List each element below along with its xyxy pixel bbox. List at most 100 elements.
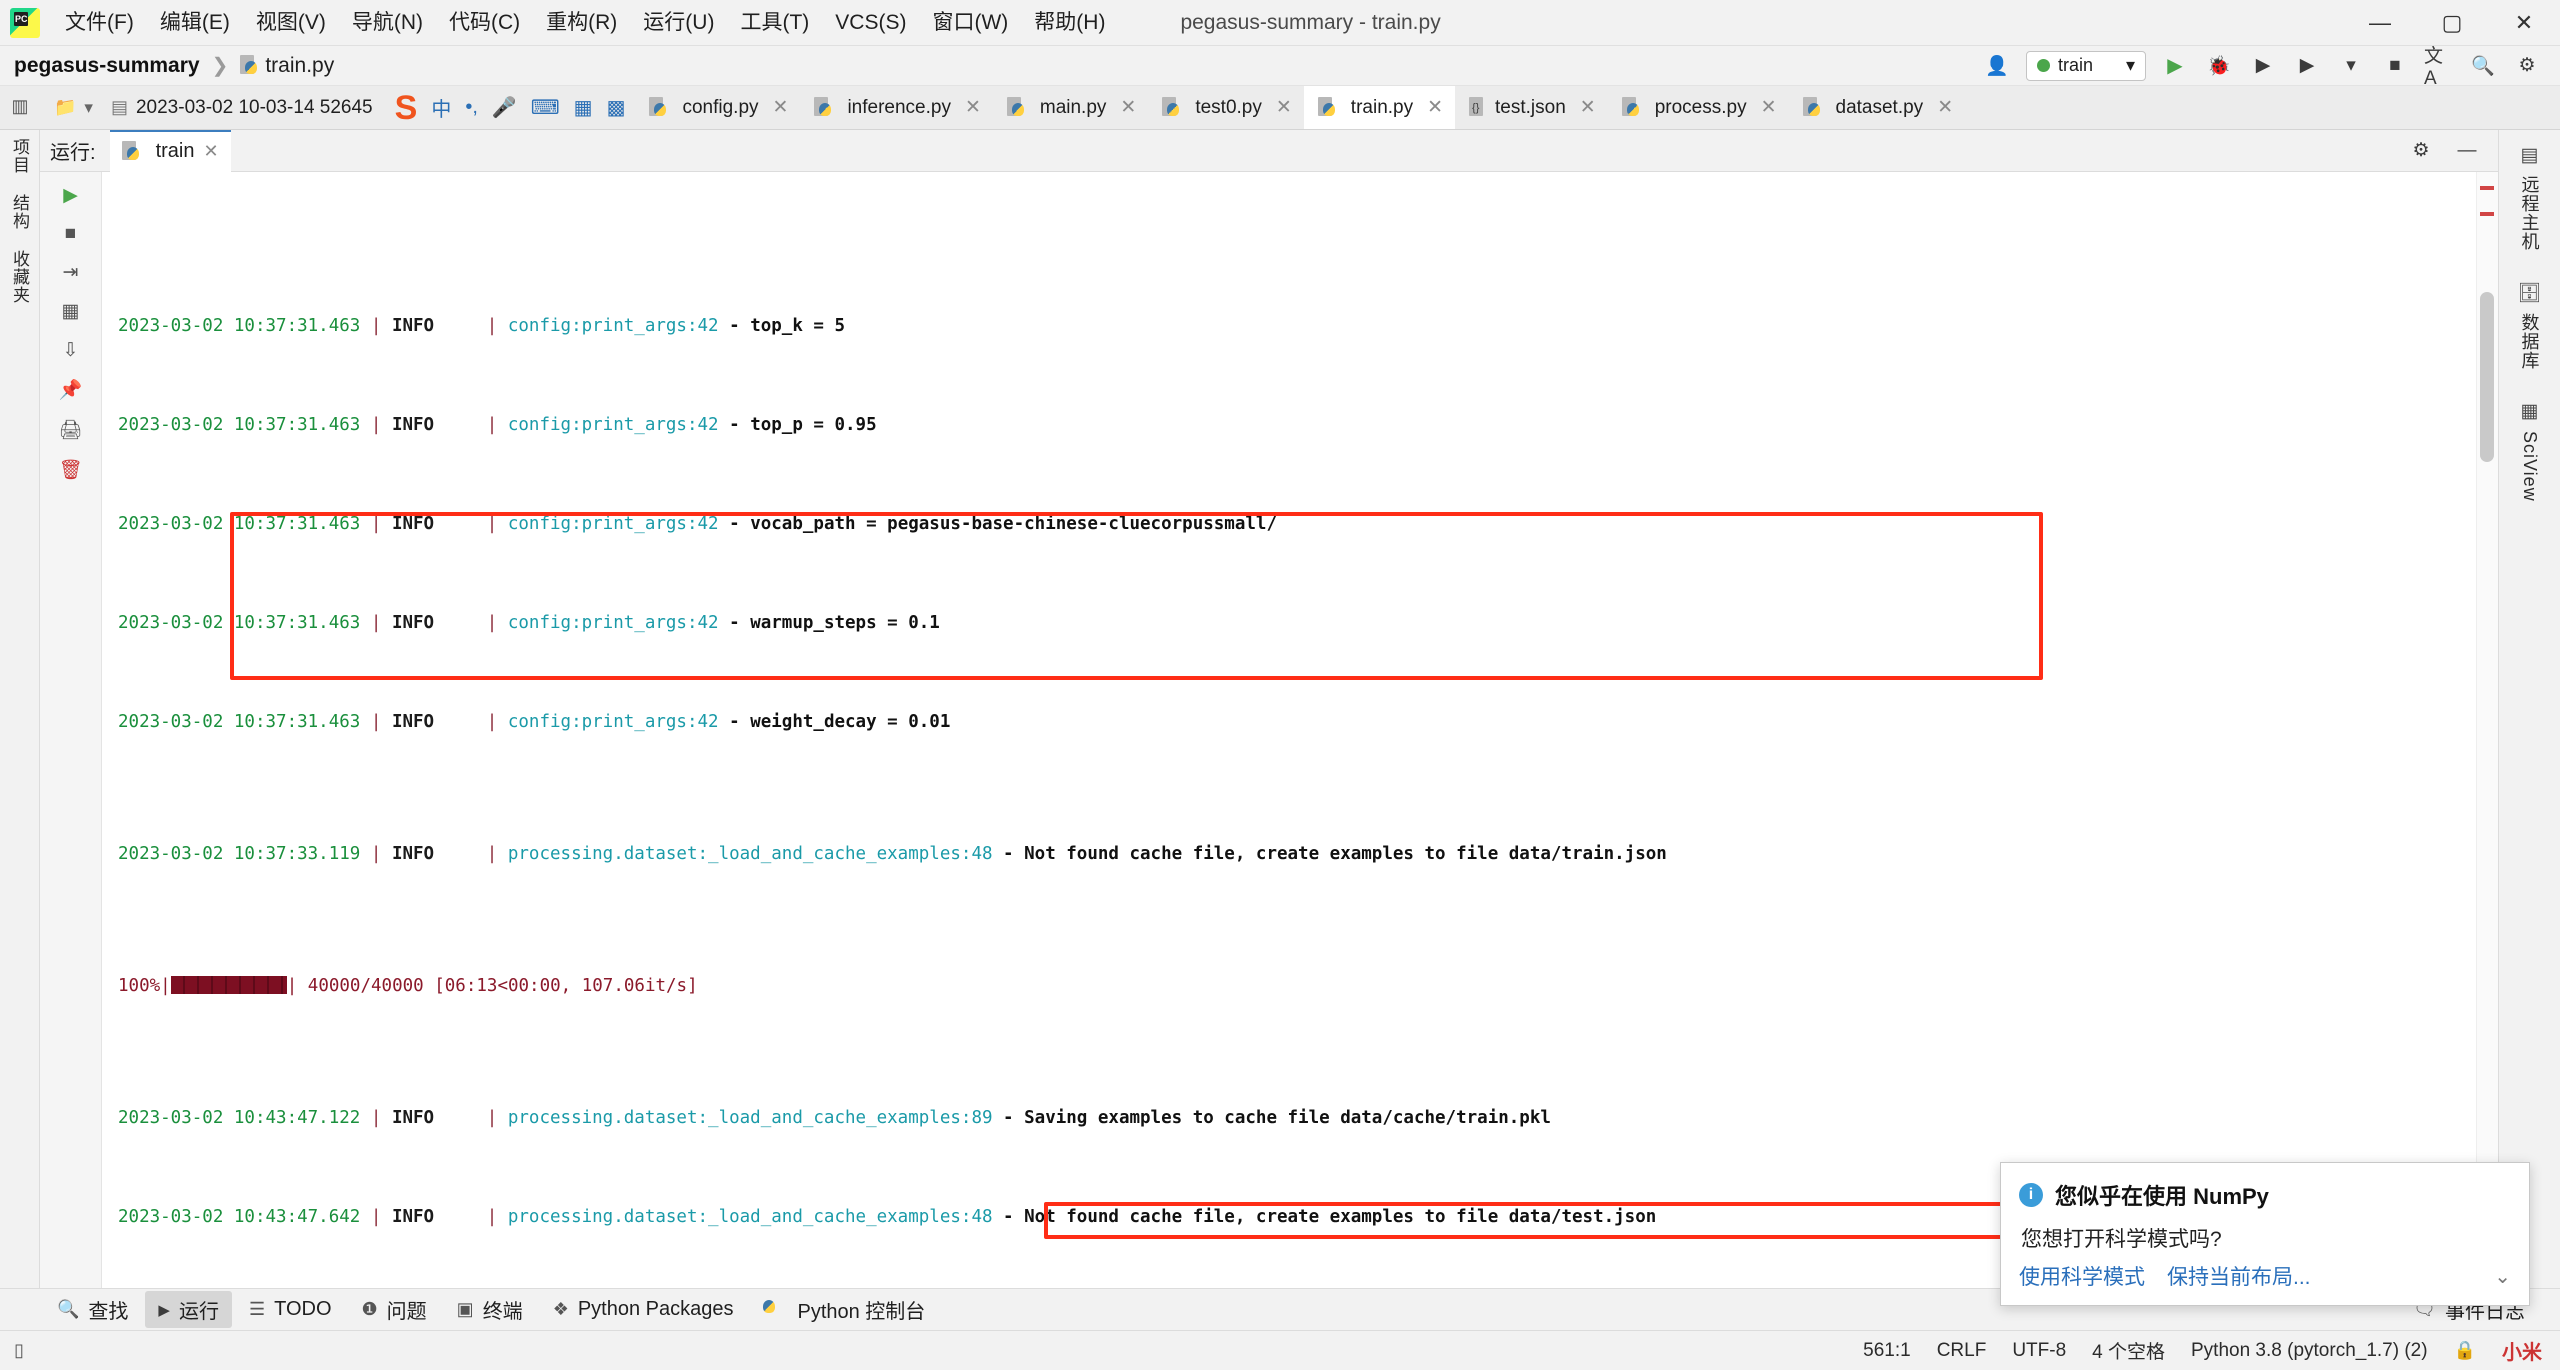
translate-icon[interactable]: 文A — [2424, 46, 2454, 89]
menu-code[interactable]: 代码(C) — [436, 6, 533, 39]
scroll-to-end-icon[interactable]: ⇩ — [63, 339, 79, 362]
use-scientific-mode-link[interactable]: 使用科学模式 — [2019, 1261, 2145, 1291]
tool-window-label: 问题 — [386, 1301, 427, 1323]
tab-close-icon[interactable]: ✕ — [773, 96, 789, 119]
console-scrollbar[interactable] — [2476, 172, 2498, 1288]
hide-window-icon[interactable]: — — [2452, 136, 2482, 166]
tool-window-terminal[interactable]: ▣ 终端 — [444, 1291, 536, 1328]
tab-process-py[interactable]: process.py ✕ — [1608, 86, 1789, 129]
breadcrumb-project[interactable]: pegasus-summary — [14, 54, 200, 78]
caret-position[interactable]: 561:1 — [1863, 1340, 1911, 1362]
tab-close-icon[interactable]: ✕ — [1276, 96, 1292, 119]
more-run-options-icon[interactable]: ▾ — [2336, 51, 2366, 81]
ime-more-icon[interactable]: ▩ — [607, 95, 626, 120]
menu-navigate[interactable]: 导航(N) — [339, 6, 436, 39]
memory-indicator-icon[interactable]: ▯ — [14, 1340, 24, 1361]
tab-close-icon[interactable]: ✕ — [1427, 96, 1443, 119]
rerun-icon[interactable]: ▶ — [63, 184, 78, 207]
indent-setting[interactable]: 4 个空格 — [2092, 1337, 2165, 1364]
run-button[interactable]: ▶ — [2160, 51, 2190, 81]
sidebar-item-favorites[interactable]: 收藏夹 — [7, 250, 32, 304]
ime-floating-toolbar[interactable]: S 中 •, 🎤 ⌨ ▦ ▩ — [385, 86, 636, 129]
account-icon[interactable]: 👤 — [1982, 51, 2012, 81]
run-settings-gear-icon[interactable]: ⚙ — [2406, 136, 2436, 166]
layout-icon[interactable]: ▦ — [62, 300, 80, 323]
scrollbar-thumb[interactable] — [2480, 292, 2494, 462]
ime-keyboard-icon[interactable]: ⌨ — [531, 95, 560, 120]
tool-window-run[interactable]: ▶ 运行 — [145, 1291, 232, 1328]
run-window-actions: ⚙ — — [2406, 136, 2498, 166]
search-icon: 🔍 — [57, 1299, 80, 1319]
sidebar-item-sciview[interactable]: SciView — [2519, 431, 2540, 502]
print-icon[interactable]: 🖨 — [58, 418, 82, 442]
file-encoding[interactable]: UTF-8 — [2012, 1340, 2066, 1362]
tool-window-find[interactable]: 🔍 查找 — [44, 1291, 141, 1328]
run-icon: ▶ — [158, 1301, 170, 1319]
run-tab-close-icon[interactable]: ✕ — [203, 141, 218, 162]
project-structure-icon[interactable]: ▥ — [11, 96, 28, 117]
stop-icon[interactable]: ■ — [65, 223, 76, 245]
tool-window-python-console[interactable]: Python 控制台 — [750, 1291, 938, 1328]
tab-dataset-py[interactable]: dataset.py ✕ — [1789, 86, 1966, 129]
sidebar-item-remote-host[interactable]: 远程主机 — [2517, 175, 2543, 251]
sidebar-item-database[interactable]: 数据库 — [2517, 313, 2543, 370]
console-output[interactable]: 2023-03-02 10:37:31.463 | INFO | config:… — [102, 172, 2498, 1288]
sidebar-item-structure[interactable]: 结构 — [7, 194, 32, 230]
ime-toolbox-icon[interactable]: ▦ — [574, 95, 593, 120]
tab-test0-py[interactable]: test0.py ✕ — [1148, 86, 1303, 129]
debug-button[interactable]: 🐞 — [2204, 51, 2234, 81]
tab-close-icon[interactable]: ✕ — [1580, 96, 1596, 119]
menu-file[interactable]: 文件(F) — [52, 6, 147, 39]
menu-view[interactable]: 视图(V) — [243, 6, 339, 39]
breadcrumb-file[interactable]: train.py — [240, 54, 334, 78]
breadcrumb-file-label: train.py — [265, 53, 335, 77]
tool-window-problems[interactable]: ❶ 问题 — [349, 1291, 440, 1328]
menu-refactor[interactable]: 重构(R) — [533, 6, 630, 39]
pin-icon[interactable]: 📌 — [59, 378, 83, 402]
console-line: 2023-03-02 10:37:33.119 | INFO | process… — [118, 844, 1667, 864]
tab-main-py[interactable]: main.py ✕ — [993, 86, 1148, 129]
clear-all-icon[interactable]: 🗑 — [58, 458, 82, 482]
sidebar-item-project[interactable]: 项目 — [7, 138, 32, 174]
stop-button[interactable]: ■ — [2380, 51, 2410, 81]
menu-tools[interactable]: 工具(T) — [727, 6, 822, 39]
wrap-text-icon[interactable]: ⇥ — [63, 261, 79, 284]
numpy-notification-popup[interactable]: i 您似乎在使用 NumPy 您想打开科学模式吗? 使用科学模式 保持当前布局.… — [2000, 1162, 2530, 1306]
tool-window-todo[interactable]: ☰ TODO — [236, 1294, 345, 1325]
ime-punctuation-icon[interactable]: •, — [465, 96, 478, 119]
tab-close-icon[interactable]: ✕ — [1937, 96, 1953, 119]
tab-train-py[interactable]: train.py ✕ — [1303, 86, 1456, 129]
run-tab-train[interactable]: train ✕ — [109, 129, 231, 172]
maximize-button[interactable]: ▢ — [2416, 0, 2488, 46]
tab-log-file[interactable]: 📁 ▾ ▤ 2023-03-02 10-03-14 52645 — [40, 86, 385, 129]
log-file-label: 2023-03-02 10-03-14 52645 — [135, 96, 373, 118]
tab-inference-py[interactable]: inference.py ✕ — [800, 86, 992, 129]
tab-close-icon[interactable]: ✕ — [1120, 96, 1136, 119]
line-separator[interactable]: CRLF — [1937, 1340, 1987, 1362]
menu-window[interactable]: 窗口(W) — [919, 6, 1021, 39]
search-icon[interactable]: 🔍 — [2468, 51, 2498, 81]
todo-icon: ☰ — [248, 1299, 266, 1319]
menu-run[interactable]: 运行(U) — [630, 6, 727, 39]
tab-close-icon[interactable]: ✕ — [965, 96, 981, 119]
lock-icon[interactable]: 🔒 — [2454, 1340, 2476, 1361]
chevron-down-icon[interactable]: ⌄ — [2494, 1264, 2511, 1289]
menu-vcs[interactable]: VCS(S) — [822, 6, 919, 39]
menu-help[interactable]: 帮助(H) — [1021, 6, 1118, 39]
settings-gear-icon[interactable]: ⚙ — [2512, 51, 2542, 81]
minimize-button[interactable]: — — [2344, 0, 2416, 46]
tab-close-icon[interactable]: ✕ — [1761, 96, 1777, 119]
run-configuration-selector[interactable]: train ▾ — [2026, 50, 2146, 81]
tool-window-label: 运行 — [178, 1301, 219, 1323]
menu-edit[interactable]: 编辑(E) — [147, 6, 243, 39]
ime-chinese-icon[interactable]: 中 — [431, 93, 451, 122]
profile-button[interactable]: ▶ — [2292, 51, 2322, 81]
run-coverage-button[interactable]: ▶ — [2248, 51, 2278, 81]
ime-voice-icon[interactable]: 🎤 — [492, 95, 517, 120]
tab-config-py[interactable]: config.py ✕ — [635, 86, 800, 129]
tool-window-python-packages[interactable]: ❖ Python Packages — [540, 1294, 747, 1325]
close-button[interactable]: ✕ — [2488, 0, 2560, 46]
keep-current-layout-link[interactable]: 保持当前布局... — [2167, 1261, 2311, 1291]
python-interpreter[interactable]: Python 3.8 (pytorch_1.7) (2) — [2191, 1340, 2428, 1362]
tab-test-json[interactable]: {} test.json ✕ — [1455, 86, 1608, 129]
